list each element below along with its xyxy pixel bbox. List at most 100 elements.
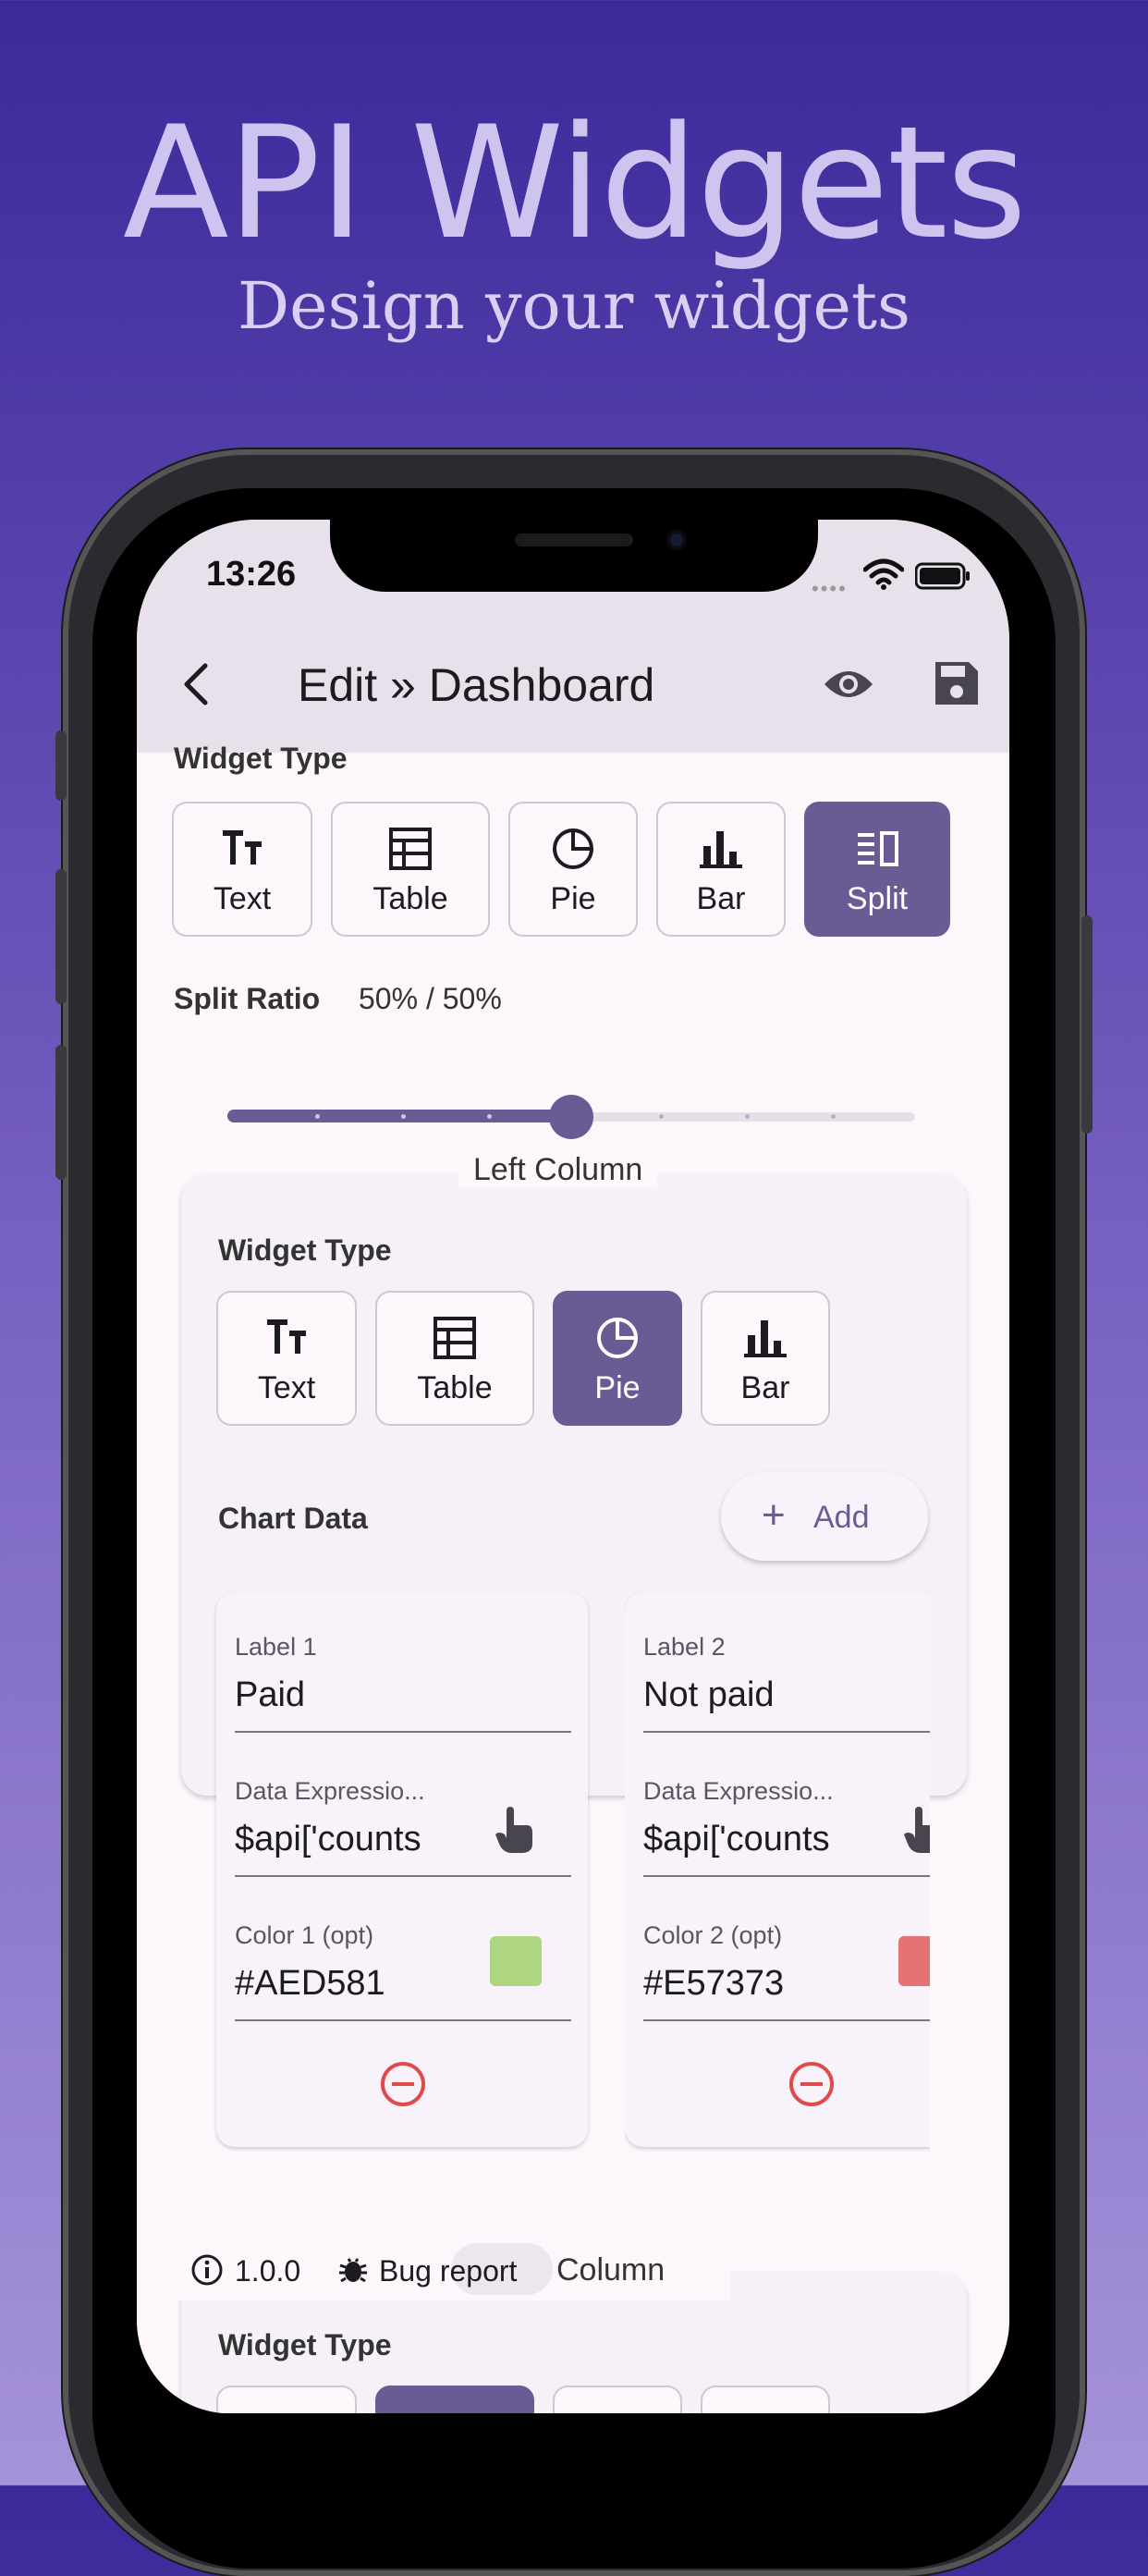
text-fields-icon <box>267 1319 306 1354</box>
phone-volume-up <box>55 869 67 1004</box>
pie-chart-icon <box>553 828 593 869</box>
split-ratio-slider-thumb[interactable] <box>549 1095 593 1139</box>
back-arrow-icon[interactable] <box>177 660 214 708</box>
widget-type-pie-button[interactable]: Pie <box>508 802 638 937</box>
widget-type-bar-button[interactable]: Bar <box>656 802 786 937</box>
remove-circle-icon[interactable] <box>379 2060 427 2108</box>
battery-icon <box>915 562 970 590</box>
slider-tick <box>831 1114 836 1119</box>
entry-2-color-title: Color 2 (opt) <box>643 1921 783 1949</box>
text-fields-icon <box>223 830 262 865</box>
entry-1-expr-underline <box>235 1875 571 1877</box>
entry-1-color-underline <box>235 2019 571 2021</box>
entry-2-color-swatch[interactable] <box>898 1936 930 1986</box>
hero-subtitle: Design your widgets <box>238 268 910 344</box>
table-icon <box>434 1317 476 1359</box>
left-widget-type-table-label: Table <box>417 1370 493 1405</box>
hero-title: API Widgets <box>122 92 1027 274</box>
left-widget-type-text-label: Text <box>257 1370 316 1405</box>
right-widget-type-bar-button[interactable] <box>701 2386 830 2413</box>
left-widget-type-bar-button[interactable]: Bar <box>701 1291 830 1426</box>
left-widget-type-pie-button[interactable]: Pie <box>553 1291 682 1426</box>
left-widget-type-pie-label: Pie <box>594 1370 641 1405</box>
add-chart-data-button[interactable]: + Add <box>721 1472 928 1561</box>
left-widget-type-bar-label: Bar <box>740 1370 790 1405</box>
entry-1-label-title: Label 1 <box>235 1633 317 1661</box>
bug-icon[interactable] <box>336 2252 370 2286</box>
phone-notch <box>330 518 818 592</box>
chart-data-scroll-clip: Label 2 Not paid Data Expressio... $api[… <box>625 1583 930 2156</box>
phone-mute-switch <box>55 730 67 801</box>
widget-type-table-label: Table <box>372 881 448 916</box>
left-widget-type-text-button[interactable]: Text <box>216 1291 357 1426</box>
remove-circle-icon[interactable] <box>788 2060 836 2108</box>
left-widget-type-table-button[interactable]: Table <box>375 1291 534 1426</box>
entry-2-color-underline <box>643 2019 930 2021</box>
entry-1-color-swatch[interactable] <box>490 1936 542 1986</box>
wifi-icon <box>863 558 904 590</box>
entry-2-expr-underline <box>643 1875 930 1877</box>
slider-tick <box>745 1114 750 1119</box>
bar-chart-icon <box>700 831 742 868</box>
bug-report-link[interactable]: Bug report <box>379 2254 517 2288</box>
slider-tick <box>487 1114 492 1119</box>
slider-tick <box>401 1114 406 1119</box>
chart-data-entry-1: Label 1 Paid Data Expressio... $api['cou… <box>216 1592 588 2147</box>
widget-type-split-button[interactable]: Split <box>804 802 950 937</box>
right-column-widget-type-label: Widget Type <box>218 2328 392 2361</box>
slider-tick <box>659 1114 664 1119</box>
right-column-legend-fragment: Column <box>556 2252 666 2288</box>
entry-2-expr-input[interactable]: $api['counts <box>643 1820 861 1859</box>
entry-1-color-input[interactable]: #AED581 <box>235 1964 466 2004</box>
signal-icon: •••• <box>812 577 848 600</box>
chart-data-label: Chart Data <box>218 1502 368 1535</box>
pie-chart-icon <box>597 1318 638 1358</box>
slider-tick <box>315 1114 320 1119</box>
split-ratio-slider-active-track[interactable] <box>227 1110 568 1122</box>
widget-type-table-button[interactable]: Table <box>331 802 490 937</box>
widget-type-label: Widget Type <box>174 742 348 775</box>
widget-type-text-label: Text <box>213 881 272 916</box>
status-time: 13:26 <box>206 555 297 594</box>
entry-1-expr-input[interactable]: $api['counts <box>235 1820 453 1859</box>
chart-data-entry-2: Label 2 Not paid Data Expressio... $api[… <box>625 1592 930 2147</box>
left-column-legend: Left Column <box>458 1152 658 1188</box>
widget-type-split-label: Split <box>846 881 909 916</box>
right-widget-type-pie-button[interactable] <box>553 2386 682 2413</box>
add-button-label: Add <box>813 1500 870 1535</box>
entry-1-color-title: Color 1 (opt) <box>235 1921 374 1949</box>
preview-eye-icon[interactable] <box>823 664 874 705</box>
widget-type-text-button[interactable]: Text <box>172 802 312 937</box>
phone-speaker <box>515 534 633 546</box>
save-icon[interactable] <box>934 660 980 706</box>
touch-pick-icon[interactable] <box>494 1803 536 1857</box>
touch-pick-icon[interactable] <box>902 1803 930 1857</box>
left-column-widget-type-label: Widget Type <box>218 1233 392 1267</box>
widget-type-bar-label: Bar <box>696 881 746 916</box>
entry-2-color-input[interactable]: #E57373 <box>643 1964 874 2004</box>
add-icon: + <box>762 1492 786 1538</box>
entry-2-label-underline <box>643 1731 930 1733</box>
entry-1-label-underline <box>235 1731 571 1733</box>
entry-1-expr-title: Data Expressio... <box>235 1777 425 1805</box>
entry-2-label-title: Label 2 <box>643 1633 726 1661</box>
entry-2-expr-title: Data Expressio... <box>643 1777 834 1805</box>
split-ratio-label: Split Ratio <box>174 982 321 1015</box>
phone-camera <box>666 530 687 550</box>
split-view-icon <box>858 831 898 866</box>
page-title: Edit » Dashboard <box>298 659 655 711</box>
info-icon[interactable] <box>190 2253 224 2287</box>
split-ratio-slider-track[interactable] <box>568 1112 915 1122</box>
right-widget-type-table-button[interactable] <box>375 2386 534 2413</box>
app-screen: 13:26 •••• Edit » Dashboard Widget Type … <box>137 520 1009 2413</box>
app-version[interactable]: 1.0.0 <box>235 2254 300 2288</box>
widget-type-pie-label: Pie <box>550 881 596 916</box>
entry-2-label-input[interactable]: Not paid <box>643 1675 921 1715</box>
phone-power-button <box>1081 915 1093 1134</box>
split-ratio-value: 50% / 50% <box>359 982 502 1015</box>
right-widget-type-text-button[interactable] <box>216 2386 357 2413</box>
bar-chart-icon <box>744 1320 787 1357</box>
phone-volume-down <box>55 1045 67 1180</box>
table-icon <box>389 828 432 870</box>
entry-1-label-input[interactable]: Paid <box>235 1675 568 1715</box>
